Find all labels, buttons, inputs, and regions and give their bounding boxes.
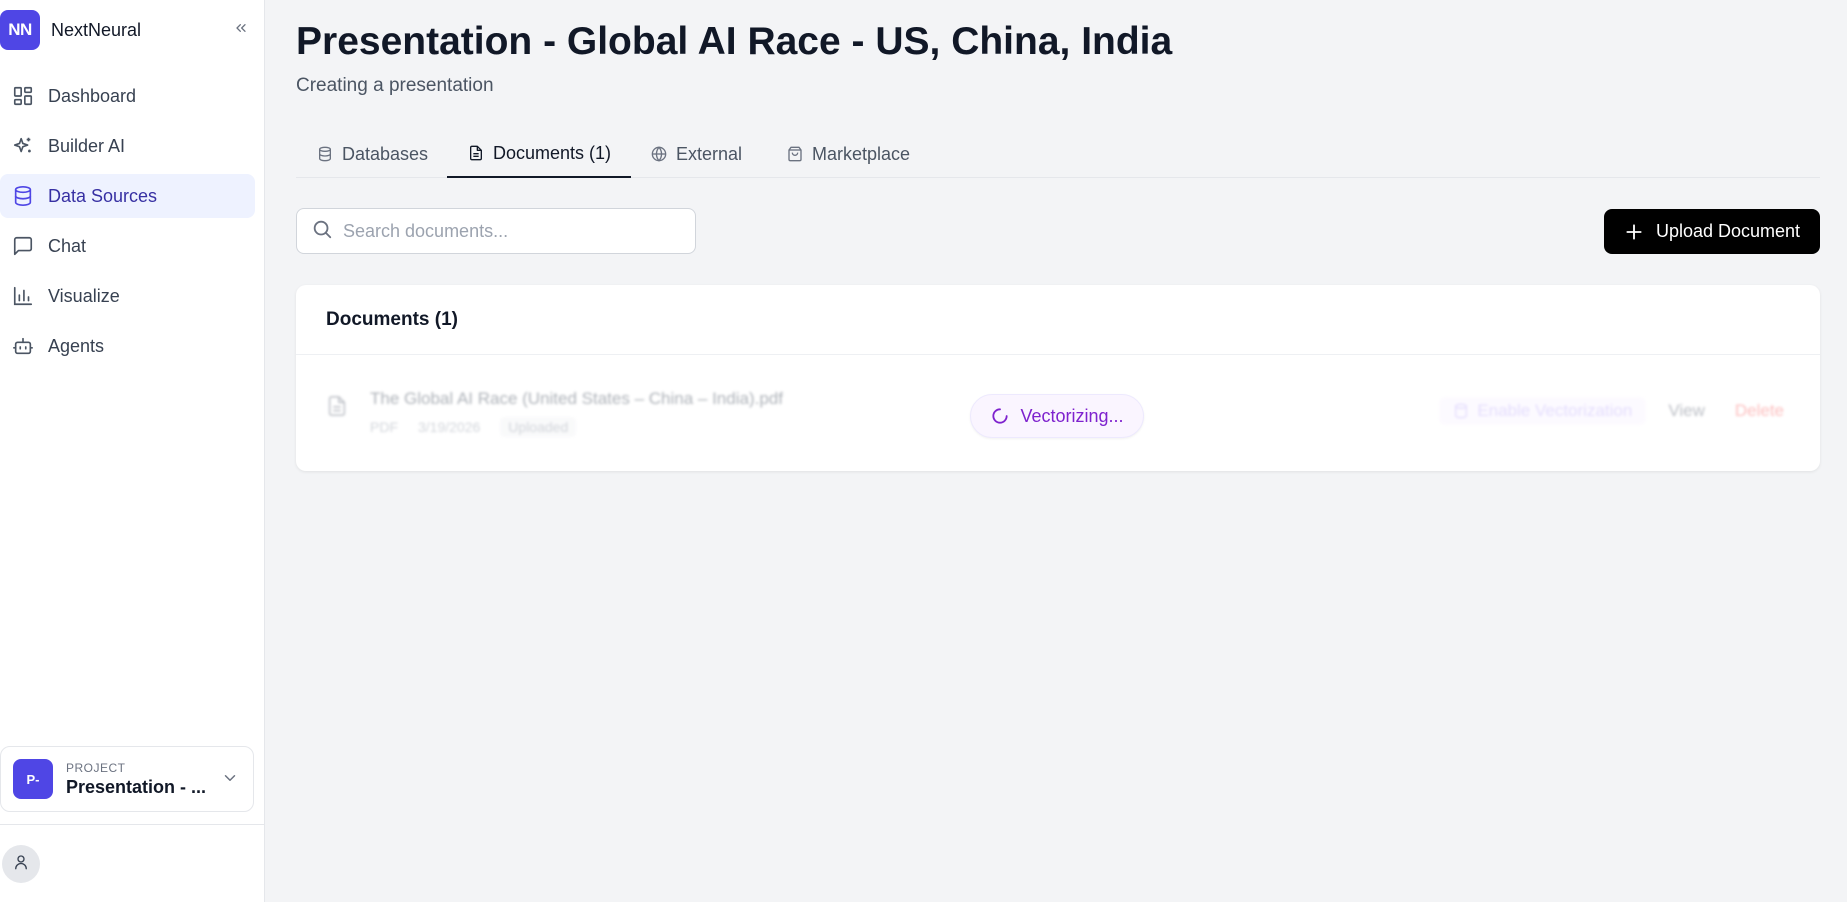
- document-date: 3/19/2026: [418, 419, 481, 435]
- upload-button-label: Upload Document: [1655, 221, 1801, 241]
- tab-external[interactable]: External: [630, 130, 762, 178]
- sidebar-item-label: Builder AI: [48, 135, 126, 156]
- search-input[interactable]: [343, 220, 683, 242]
- document-meta: PDF 3/19/2026 Uploaded: [370, 417, 596, 437]
- project-avatar: P-: [13, 759, 53, 799]
- sidebar: NN NextNeural Dashboard Builder AI Data …: [0, 0, 265, 902]
- upload-document-button[interactable]: Upload Document: [1604, 209, 1820, 254]
- sidebar-item-visualize[interactable]: Visualize: [0, 274, 255, 318]
- tab-label: External: [676, 143, 743, 164]
- sidebar-nav: Dashboard Builder AI Data Sources Chat V…: [0, 74, 265, 374]
- database-icon: [10, 183, 36, 209]
- brand-name: NextNeural: [51, 19, 142, 40]
- user-avatar[interactable]: [2, 845, 40, 883]
- search-box: [296, 208, 696, 254]
- delete-button[interactable]: Delete: [1735, 401, 1784, 421]
- documents-card-title: Documents (1): [296, 285, 1820, 355]
- documents-card: Documents (1) The Global AI Race (United…: [296, 285, 1820, 471]
- sidebar-item-data-sources[interactable]: Data Sources: [0, 174, 255, 218]
- sidebar-item-label: Visualize: [48, 285, 120, 306]
- tab-label: Marketplace: [812, 143, 911, 164]
- sidebar-item-label: Agents: [48, 335, 105, 356]
- document-name: The Global AI Race (United States – Chin…: [370, 389, 783, 408]
- page-subtitle: Creating a presentation: [296, 75, 494, 96]
- document-status-badge: Uploaded: [500, 417, 577, 437]
- sidebar-item-chat[interactable]: Chat: [0, 224, 255, 268]
- brand: NN NextNeural: [0, 10, 265, 50]
- file-text-icon: [467, 144, 485, 162]
- status-label: Vectorizing...: [1020, 405, 1124, 426]
- sidebar-item-label: Chat: [48, 235, 87, 256]
- tab-databases[interactable]: Databases: [296, 130, 448, 178]
- sparkles-icon: [10, 133, 36, 159]
- collapse-sidebar-button[interactable]: [229, 18, 253, 42]
- enable-vectorization-label: Enable Vectorization: [1477, 401, 1633, 420]
- chevrons-left-icon: [233, 20, 249, 41]
- loader-icon: [990, 406, 1010, 426]
- project-switcher[interactable]: P- PROJECT Presentation - ...: [0, 746, 254, 812]
- database-icon: [316, 145, 334, 163]
- tab-documents[interactable]: Documents (1): [447, 130, 632, 178]
- sidebar-item-builder-ai[interactable]: Builder AI: [0, 124, 255, 168]
- project-caption: PROJECT: [66, 760, 126, 775]
- globe-icon: [650, 145, 668, 163]
- project-name: Presentation - ...: [66, 776, 207, 797]
- bot-icon: [10, 333, 36, 359]
- file-icon: [326, 393, 348, 424]
- user-icon: [12, 853, 30, 876]
- bar-chart-icon: [10, 283, 36, 309]
- table-row: The Global AI Race (United States – Chin…: [296, 355, 1820, 470]
- data-source-tabs: Databases Documents (1) External Marketp…: [296, 130, 1820, 178]
- chevron-down-icon: [221, 769, 239, 792]
- sidebar-divider: [0, 824, 265, 825]
- view-button[interactable]: View: [1668, 401, 1705, 421]
- tab-label: Databases: [342, 143, 429, 164]
- message-square-icon: [10, 233, 36, 259]
- dashboard-icon: [10, 83, 36, 109]
- tab-marketplace[interactable]: Marketplace: [766, 130, 930, 178]
- project-text: PROJECT Presentation - ...: [66, 761, 206, 798]
- tab-label: Documents (1): [493, 142, 612, 163]
- page-title: Presentation - Global AI Race - US, Chin…: [296, 20, 1173, 63]
- plus-icon: [1624, 222, 1644, 242]
- vectorizing-status-pill: Vectorizing...: [970, 394, 1144, 438]
- document-actions: Enable Vectorization View Delete: [1439, 397, 1784, 425]
- brand-logo[interactable]: NN: [0, 10, 40, 50]
- sidebar-item-label: Dashboard: [48, 85, 137, 106]
- sidebar-item-label: Data Sources: [48, 185, 158, 206]
- search-icon: [311, 218, 333, 245]
- database-icon: [1453, 403, 1469, 419]
- enable-vectorization-button[interactable]: Enable Vectorization: [1439, 397, 1647, 425]
- shopping-bag-icon: [786, 145, 804, 163]
- sidebar-item-agents[interactable]: Agents: [0, 324, 255, 368]
- document-type: PDF: [370, 419, 398, 435]
- sidebar-item-dashboard[interactable]: Dashboard: [0, 74, 255, 118]
